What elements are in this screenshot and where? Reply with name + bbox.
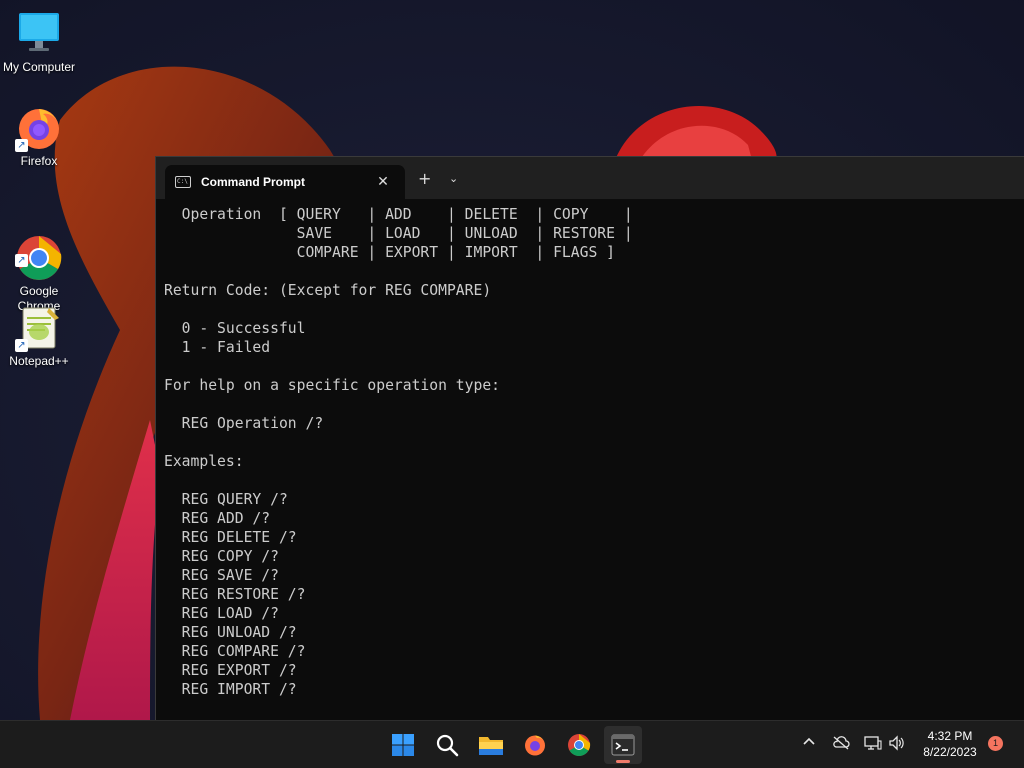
firefox-icon [525,735,545,756]
desktop-icon-google-chrome[interactable]: ↗ Google Chrome [0,204,78,314]
desktop-icon-label: Firefox [20,154,58,168]
windows-start-icon [392,734,414,756]
monitor-icon [15,10,63,58]
chrome-icon [568,734,591,756]
network-icon[interactable] [864,735,882,756]
clock-date: 8/22/2023 [923,745,977,759]
taskbar-firefox-button[interactable] [516,726,554,764]
search-button[interactable] [428,726,466,764]
volume-icon[interactable] [888,735,906,756]
chrome-icon: ↗ [15,219,63,280]
new-tab-button[interactable]: + [418,171,431,187]
chevron-down-icon[interactable]: ⌄ [449,171,458,187]
console-output[interactable]: Operation [ QUERY | ADD | DELETE | COPY … [164,205,1014,720]
file-explorer-button[interactable] [472,726,510,764]
desktop-icon-label: My Computer [2,60,76,74]
file-explorer-icon [479,737,503,755]
chevron-up-icon[interactable] [802,735,816,754]
notification-badge[interactable]: 1 [988,736,1003,751]
command-prompt-icon [175,176,191,188]
close-icon[interactable]: ✕ [375,174,391,190]
shortcut-arrow-icon: ↗ [15,339,28,352]
clock-time: 4:32 PM [927,729,973,743]
taskbar-terminal-button[interactable] [604,726,642,764]
cloud-offline-icon[interactable] [832,735,850,756]
desktop-icon-firefox[interactable]: ↗ Firefox [0,104,78,169]
system-clock[interactable]: 4:32 PM 8/22/2023 [912,728,988,760]
terminal-titlebar[interactable]: Command Prompt ✕ + ⌄ [156,157,1024,199]
terminal-window[interactable]: Command Prompt ✕ + ⌄ Operation [ QUERY |… [155,156,1024,720]
terminal-icon [611,734,635,756]
firefox-icon: ↗ [15,104,63,152]
shortcut-arrow-icon: ↗ [15,139,28,152]
start-button[interactable] [384,726,422,764]
taskbar-chrome-button[interactable] [560,726,598,764]
desktop-icon-notepad-plus-plus[interactable]: ↗ Notepad++ [0,304,78,369]
taskbar: 4:32 PM 8/22/2023 1 [0,720,1024,768]
tab-title: Command Prompt [201,175,306,189]
search-icon [436,734,459,757]
tab-command-prompt[interactable]: Command Prompt ✕ [165,165,405,199]
desktop-icon-label: Notepad++ [9,354,69,368]
desktop-icon-my-computer[interactable]: My Computer [0,10,78,75]
notepad-plus-plus-icon: ↗ [15,304,63,352]
shortcut-arrow-icon: ↗ [15,254,28,267]
